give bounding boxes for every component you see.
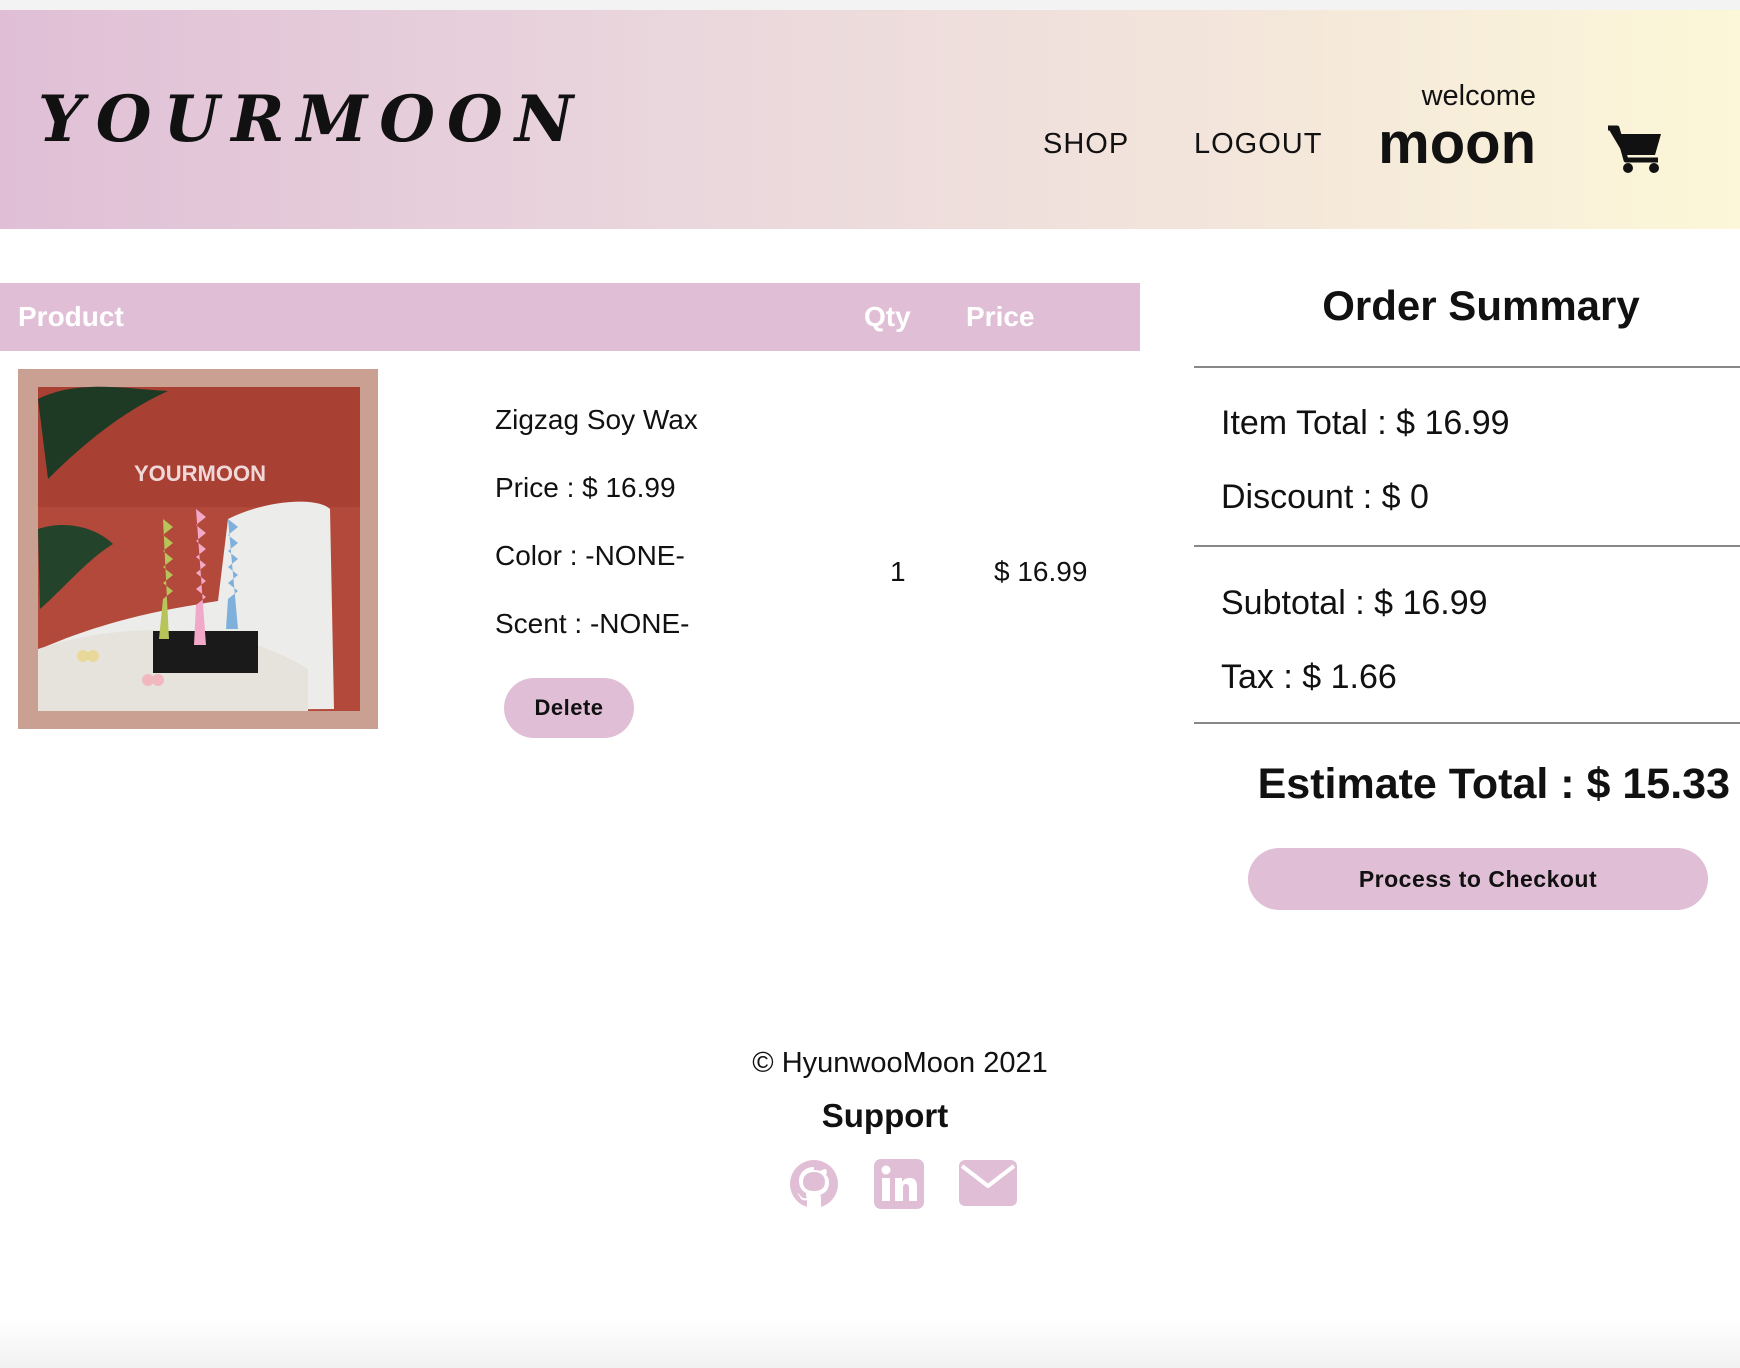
summary-divider <box>1194 366 1740 368</box>
product-name: Zigzag Soy Wax <box>495 404 698 435</box>
linkedin-icon[interactable] <box>873 1158 925 1210</box>
item-qty: 1 <box>890 556 906 587</box>
cart-table-header: Product Qty Price <box>0 283 1140 351</box>
delete-button[interactable]: Delete <box>504 678 634 738</box>
item-line-price: $ 16.99 <box>994 556 1088 587</box>
discount: Discount : $ 0 <box>1221 478 1429 516</box>
nav-logout-link[interactable]: LOGOUT <box>1194 128 1322 161</box>
column-price: Price <box>966 301 1035 332</box>
product-color: Color : -NONE- <box>495 540 685 571</box>
copyright: © HyunwooMoon 2021 <box>752 1047 1048 1079</box>
support-heading: Support <box>821 1097 949 1134</box>
shopping-cart-icon[interactable] <box>1606 124 1664 174</box>
bottom-edge <box>0 1318 1740 1368</box>
item-total: Item Total : $ 16.99 <box>1221 404 1510 442</box>
site-header: YOURMOON SHOP LOGOUT welcome moon <box>0 10 1740 229</box>
checkout-button[interactable]: Process to Checkout <box>1248 848 1708 910</box>
estimate-total: Estimate Total : $ 15.33 <box>1257 760 1730 808</box>
column-qty: Qty <box>864 301 911 332</box>
tax: Tax : $ 1.66 <box>1221 658 1397 696</box>
product-price: Price : $ 16.99 <box>495 472 676 503</box>
summary-divider <box>1194 722 1740 724</box>
product-image[interactable]: YOURMOON <box>18 369 378 729</box>
column-product: Product <box>18 301 124 332</box>
order-summary-title: Order Summary <box>1322 282 1640 329</box>
nav-shop-link[interactable]: SHOP <box>1043 128 1129 161</box>
site-logo[interactable]: YOURMOON <box>38 82 585 157</box>
product-scent: Scent : -NONE- <box>495 608 690 639</box>
welcome-label: welcome <box>1421 80 1536 112</box>
username: moon <box>1378 111 1536 176</box>
mail-icon[interactable] <box>958 1158 1018 1208</box>
github-icon[interactable] <box>788 1158 840 1210</box>
product-image-watermark: YOURMOON <box>134 461 266 486</box>
subtotal: Subtotal : $ 16.99 <box>1221 584 1488 622</box>
summary-divider <box>1194 545 1740 547</box>
